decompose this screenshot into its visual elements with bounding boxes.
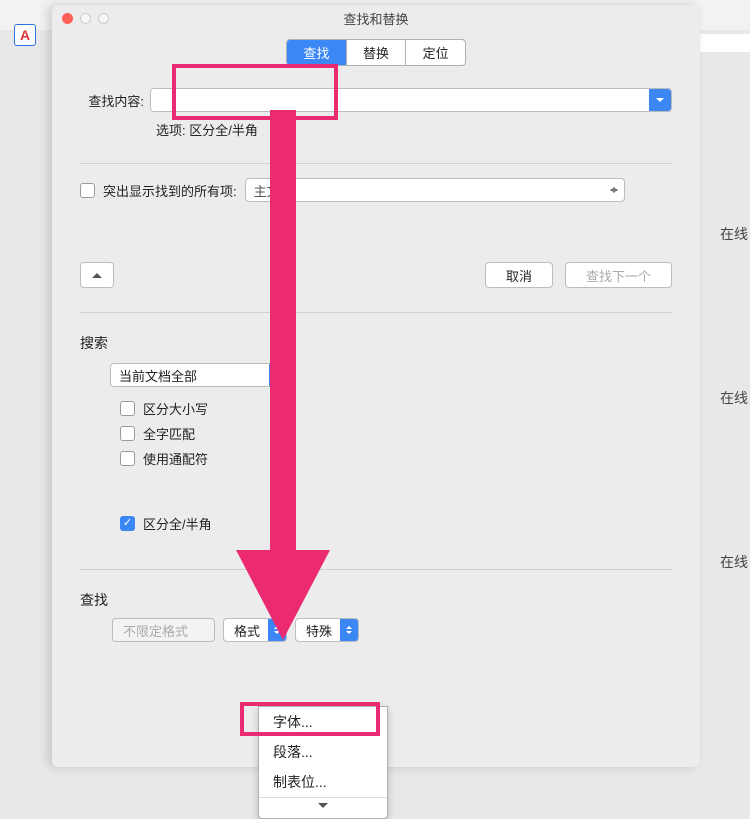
app-icon: A: [14, 24, 36, 46]
wildcard-label: 使用通配符: [143, 449, 208, 468]
find-section-header: 查找: [52, 590, 700, 610]
chevron-updown-icon: [269, 364, 289, 386]
chevron-down-icon[interactable]: [649, 89, 671, 111]
chevron-updown-icon: [268, 619, 286, 641]
divider: [80, 312, 672, 313]
tab-replace[interactable]: 替换: [347, 40, 407, 65]
titlebar: 查找和替换: [52, 5, 700, 31]
special-label: 特殊: [306, 621, 332, 640]
tab-goto[interactable]: 定位: [406, 40, 465, 65]
divider: [80, 569, 672, 570]
cancel-button[interactable]: 取消: [485, 262, 553, 288]
chevron-updown-icon: [340, 619, 358, 641]
find-replace-dialog: 查找和替换 查找 替换 定位 查找内容: 选项: 区分全/半角 突出显示找到的所…: [52, 5, 700, 767]
highlight-label: 突出显示找到的所有项:: [103, 181, 237, 200]
dialog-title: 查找和替换: [52, 9, 700, 28]
menu-item-font[interactable]: 字体...: [259, 707, 387, 737]
format-dropdown-menu: 字体... 段落... 制表位...: [258, 706, 388, 819]
collapse-toggle[interactable]: [80, 262, 114, 288]
tab-find[interactable]: 查找: [287, 40, 347, 65]
no-format-button[interactable]: 不限定格式: [112, 618, 215, 642]
match-case-label: 区分大小写: [143, 399, 208, 418]
highlight-checkbox[interactable]: [80, 183, 95, 198]
match-case-checkbox[interactable]: [120, 401, 135, 416]
format-label: 格式: [234, 621, 260, 640]
special-select[interactable]: 特殊: [295, 618, 359, 642]
tab-group: 查找 替换 定位: [286, 39, 466, 66]
format-select[interactable]: 格式: [223, 618, 287, 642]
menu-item-paragraph[interactable]: 段落...: [259, 737, 387, 767]
side-text: 在线: [720, 552, 748, 572]
side-text: 在线: [720, 224, 748, 244]
side-text: 在线: [720, 388, 748, 408]
search-scope-value: 当前文档全部: [119, 366, 197, 385]
stepper-icon: [608, 181, 620, 199]
find-input[interactable]: [150, 88, 672, 112]
search-scope-select[interactable]: 当前文档全部: [110, 363, 290, 387]
highlight-scope-value: 主文档: [254, 181, 293, 200]
options-value: 区分全/半角: [189, 123, 258, 138]
options-label: 选项:: [156, 123, 186, 138]
whole-word-label: 全字匹配: [143, 424, 195, 443]
fullhalf-checkbox[interactable]: [120, 516, 135, 531]
background-ruler: [700, 34, 750, 52]
wildcard-checkbox[interactable]: [120, 451, 135, 466]
menu-item-tabs[interactable]: 制表位...: [259, 767, 387, 797]
menu-expand-icon[interactable]: [259, 797, 387, 818]
fullhalf-label: 区分全/半角: [143, 514, 212, 533]
search-section-header: 搜索: [52, 333, 700, 353]
find-next-button[interactable]: 查找下一个: [565, 262, 672, 288]
find-label: 查找内容:: [80, 91, 150, 110]
divider: [80, 163, 672, 164]
highlight-scope-select[interactable]: 主文档: [245, 178, 625, 202]
no-format-label: 不限定格式: [123, 621, 188, 640]
whole-word-checkbox[interactable]: [120, 426, 135, 441]
